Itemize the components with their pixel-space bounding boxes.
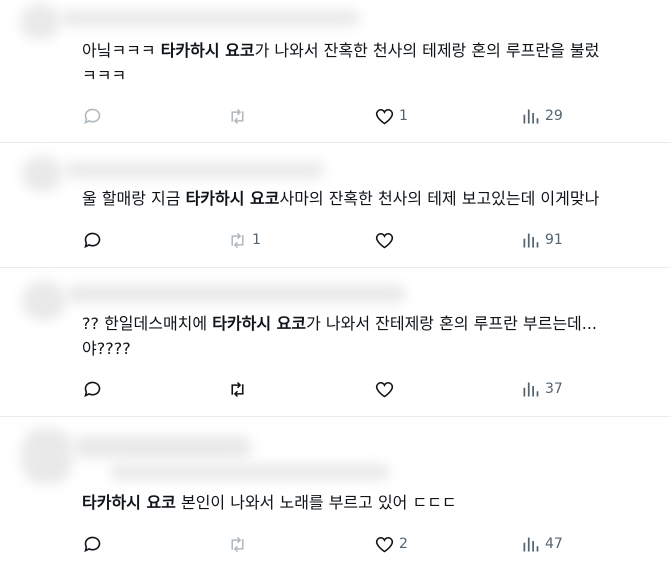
retweet-button[interactable] <box>227 532 252 556</box>
retweet-button[interactable] <box>227 377 252 401</box>
views-count: 47 <box>545 536 563 552</box>
blurred-user-info <box>20 4 60 40</box>
tweet-actions: 2 47 <box>82 532 642 556</box>
retweet-icon <box>231 108 244 124</box>
reply-button[interactable] <box>82 532 107 556</box>
retweet-icon <box>231 381 244 397</box>
reply-icon <box>84 536 101 552</box>
blurred-user-info <box>72 436 252 458</box>
reply-button[interactable] <box>82 104 107 128</box>
heart-icon <box>375 381 394 397</box>
views-count: 91 <box>545 232 563 248</box>
views-icon <box>523 382 539 396</box>
blurred-user-info <box>110 464 390 480</box>
tweet-4[interactable]: 타카하시 요코 본인이 나와서 노래를 부르고 있어 ㄷㄷㄷ 2 47 <box>0 416 671 563</box>
like-count: 1 <box>399 108 408 124</box>
retweet-button[interactable]: 1 <box>227 228 261 252</box>
reply-button[interactable] <box>82 377 107 401</box>
heart-icon <box>375 108 394 124</box>
highlight-name: 타카하시 요코 <box>212 314 307 333</box>
tweet-text: 아닠ㅋㅋㅋ 타카하시 요코가 나와서 잔혹한 천사의 테제랑 혼의 루프란을 불… <box>82 41 600 85</box>
blurred-user-info <box>22 281 66 321</box>
reply-icon <box>84 232 101 248</box>
tweet-1[interactable]: 아닠ㅋㅋㅋ 타카하시 요코가 나와서 잔혹한 천사의 테제랑 혼의 루프란을 불… <box>0 0 671 143</box>
retweet-icon <box>231 536 244 552</box>
views-button[interactable]: 47 <box>520 532 563 556</box>
blurred-user-info <box>66 285 406 303</box>
tweet-text: ?? 한일데스매치에 타카하시 요코가 나와서 잔테제랑 혼의 루프란 부르는데… <box>82 314 603 358</box>
reply-button[interactable] <box>82 228 107 252</box>
like-count: 2 <box>399 536 408 552</box>
highlight-name: 타카하시 요코 <box>185 189 280 208</box>
tweet-text: 울 할매랑 지금 타카하시 요코사마의 잔혹한 천사의 테제 보고있는데 이게맞… <box>82 189 600 208</box>
views-count: 37 <box>545 381 563 397</box>
views-button[interactable]: 37 <box>520 377 563 401</box>
views-icon <box>523 233 539 247</box>
retweet-count: 1 <box>252 232 261 248</box>
like-button[interactable]: 1 <box>374 104 408 128</box>
views-button[interactable]: 29 <box>520 104 563 128</box>
highlight-name: 타카하시 요코 <box>160 41 255 60</box>
blurred-user-info <box>22 156 62 192</box>
tweet-actions: 1 91 <box>82 228 642 252</box>
tweet-actions: 1 29 <box>82 104 642 128</box>
heart-icon <box>375 232 394 248</box>
reply-icon <box>84 381 101 397</box>
tweet-3[interactable]: ?? 한일데스매치에 타카하시 요코가 나와서 잔테제랑 혼의 루프란 부르는데… <box>0 267 671 417</box>
blurred-user-info <box>60 10 360 26</box>
tweet-text: 타카하시 요코 본인이 나와서 노래를 부르고 있어 ㄷㄷㄷ <box>82 493 457 512</box>
views-count: 29 <box>545 108 563 124</box>
like-button[interactable] <box>374 228 399 252</box>
views-icon <box>523 537 539 551</box>
tweet-actions: 37 <box>82 377 642 401</box>
like-button[interactable]: 2 <box>374 532 408 556</box>
blurred-user-info <box>64 162 324 178</box>
highlight-name: 타카하시 요코 <box>82 493 176 512</box>
reply-icon <box>84 108 101 124</box>
heart-icon <box>375 536 394 552</box>
retweet-button[interactable] <box>227 104 252 128</box>
retweet-icon <box>231 232 244 248</box>
like-button[interactable] <box>374 377 399 401</box>
views-button[interactable]: 91 <box>520 228 563 252</box>
blurred-user-info <box>22 428 72 484</box>
views-icon <box>523 109 539 123</box>
tweet-2[interactable]: 울 할매랑 지금 타카하시 요코사마의 잔혹한 천사의 테제 보고있는데 이게맞… <box>0 142 671 268</box>
